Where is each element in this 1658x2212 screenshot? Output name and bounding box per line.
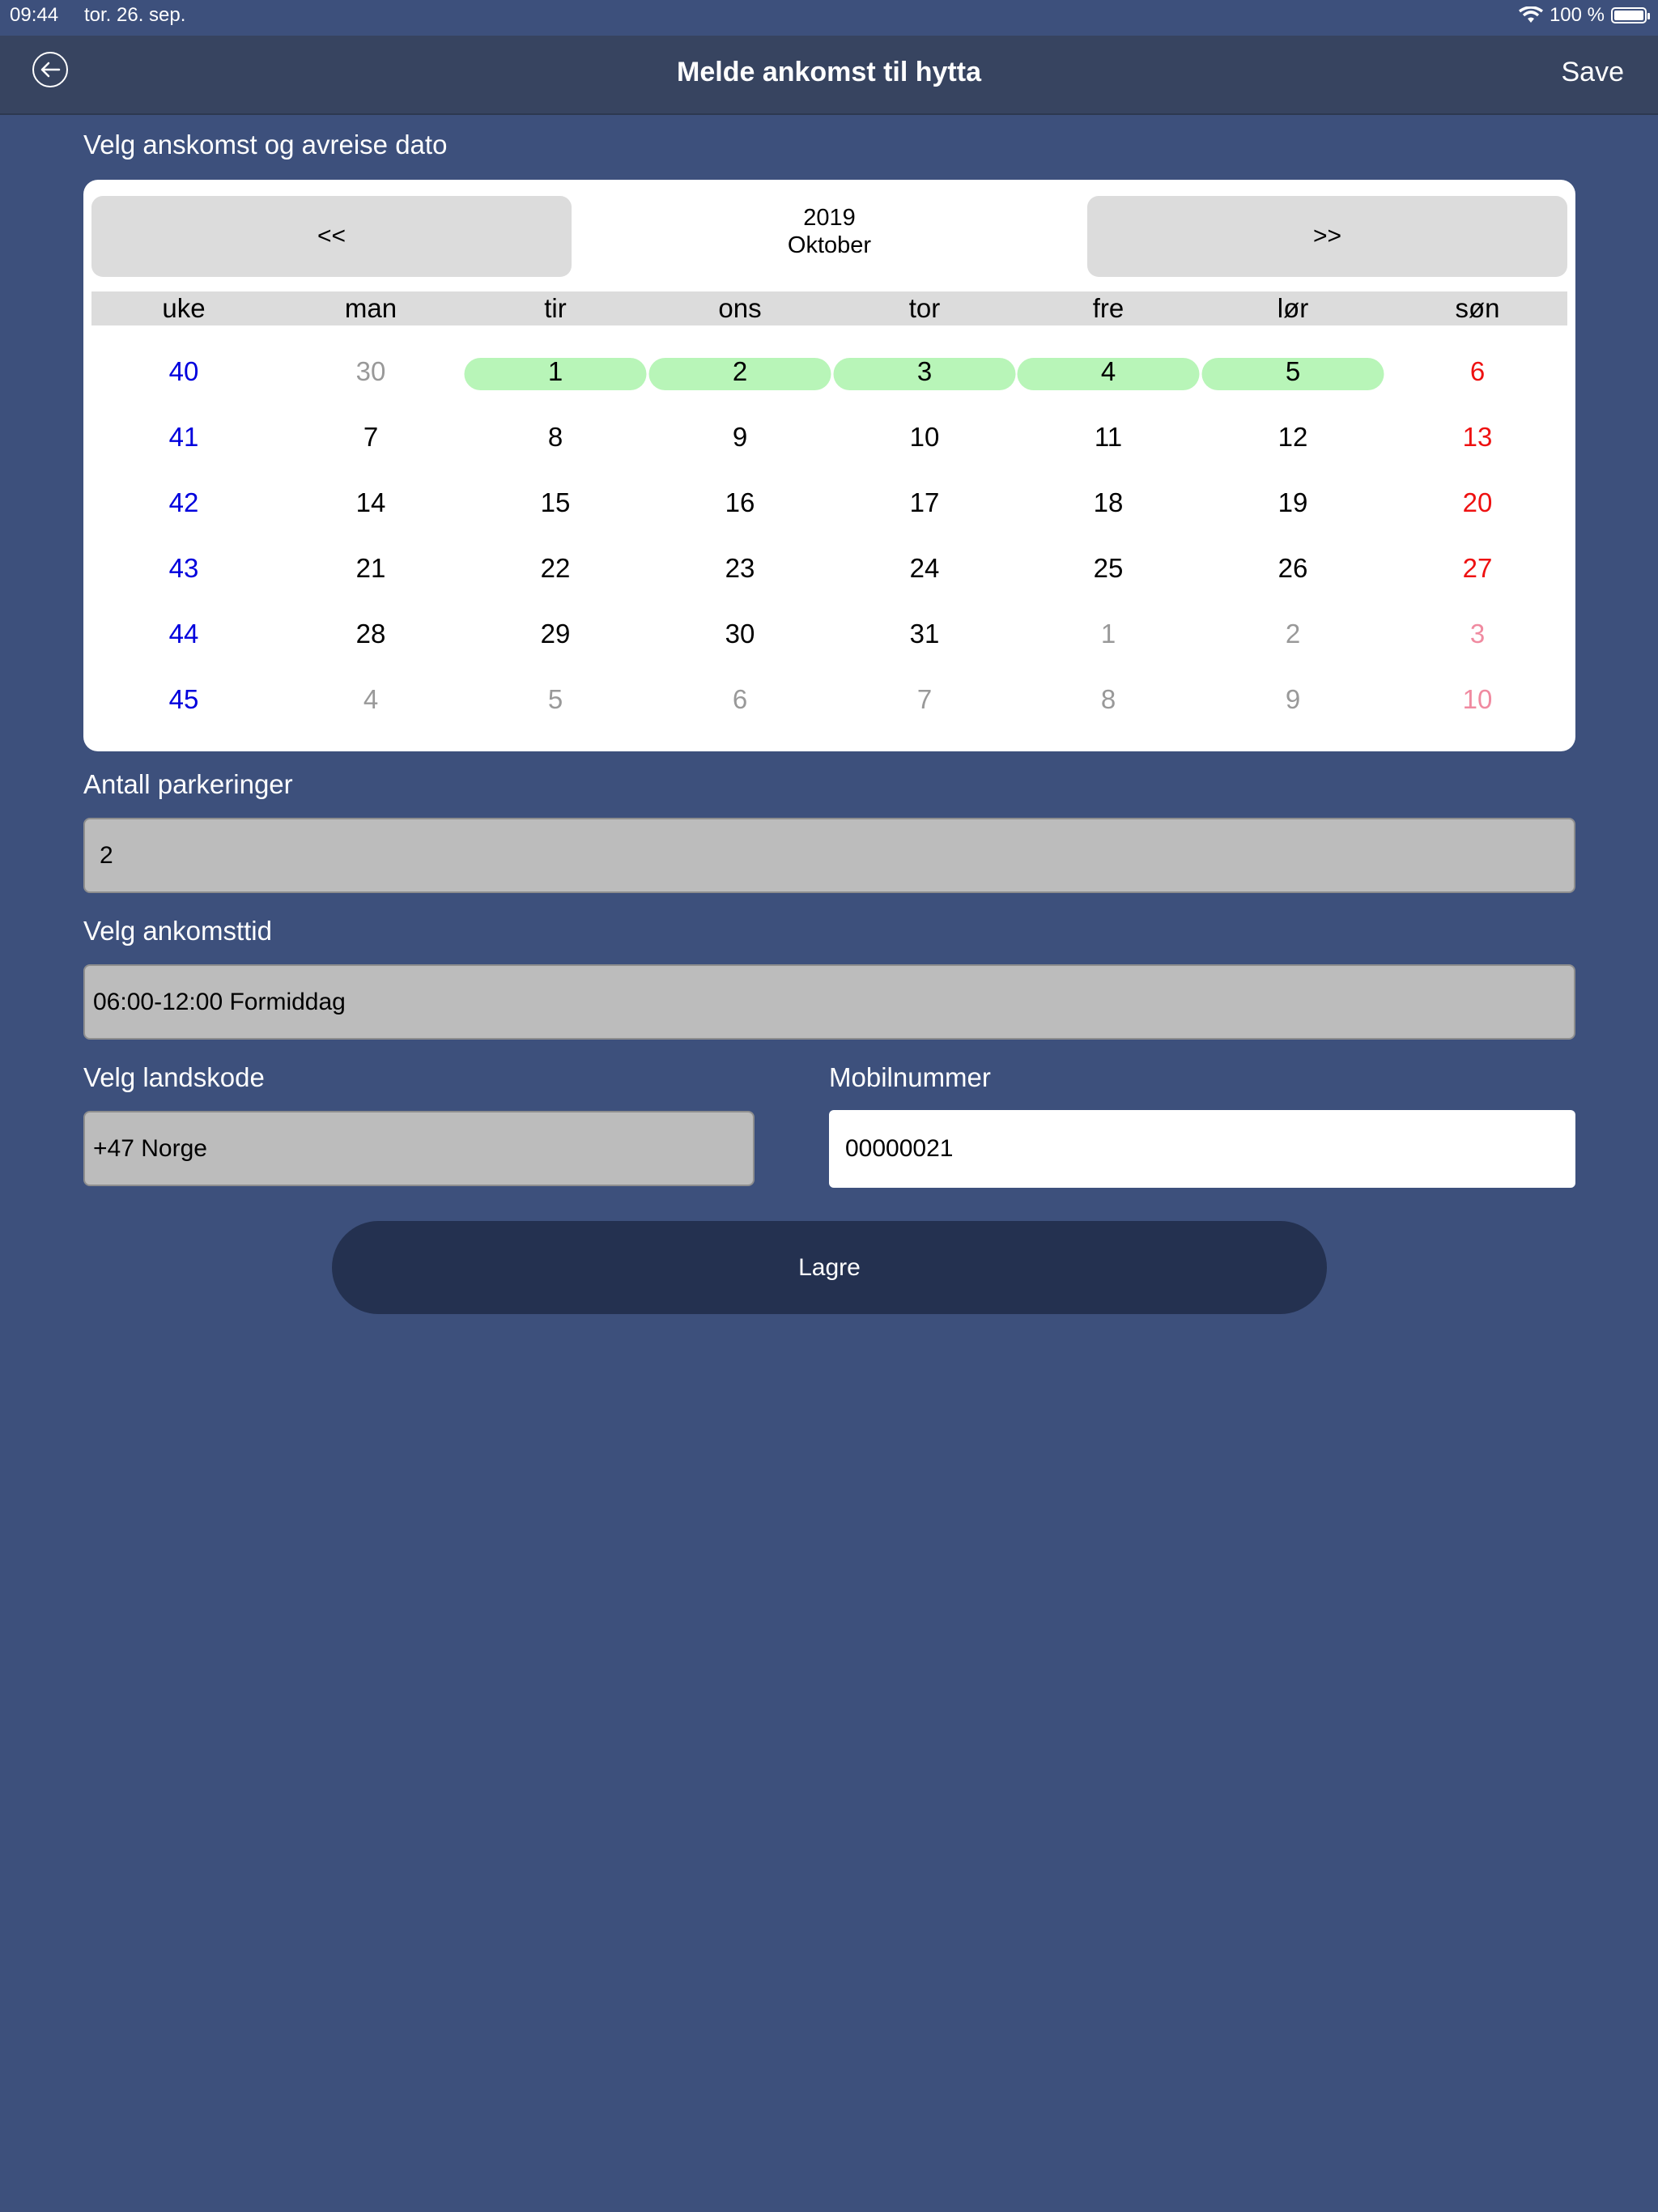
calendar-day[interactable]: 29 [464,619,648,649]
wifi-icon [1518,6,1543,23]
calendar-day[interactable]: 17 [833,487,1017,518]
calendar-day-selected[interactable]: 2 [648,356,832,387]
weekday-header-6: lør [1277,293,1309,323]
calendar-day-selected[interactable]: 1 [464,356,648,387]
calendar-week-row: 43 21 22 23 24 25 26 27 [83,545,1575,593]
weekday-header-0: uke [162,293,206,323]
calendar-day[interactable]: 13 [1386,422,1570,453]
week-number: 40 [168,356,199,386]
calendar-day[interactable]: 28 [279,619,463,649]
calendar-day[interactable]: 4 [279,684,463,715]
calendar-day[interactable]: 7 [833,684,1017,715]
calendar-day[interactable]: 10 [833,422,1017,453]
calendar-day[interactable]: 6 [648,684,832,715]
calendar-day[interactable]: 21 [279,553,463,584]
calendar-day[interactable]: 25 [1017,553,1201,584]
calendar-day[interactable]: 12 [1201,422,1385,453]
weekday-header-7: søn [1455,293,1500,323]
battery-icon [1611,7,1650,23]
calendar-day[interactable]: 24 [833,553,1017,584]
calendar-day[interactable]: 7 [279,422,463,453]
parking-value: 2 [100,841,113,869]
nav-bar: Melde ankomst til hytta Save [0,36,1658,115]
calendar-day[interactable]: 30 [279,356,463,387]
weekday-header-row: uke man tir ons tor fre lør søn [91,291,1567,325]
calendar-week-row: 41 7 8 9 10 11 12 13 [83,414,1575,462]
weekday-header-3: ons [718,293,762,323]
calendar-day[interactable]: 5 [464,684,648,715]
calendar-day[interactable]: 20 [1386,487,1570,518]
calendar-day[interactable]: 1 [1017,619,1201,649]
weekday-header-1: man [344,293,397,323]
next-month-button[interactable]: >> [1087,196,1567,277]
mobile-label: Mobilnummer [829,1062,991,1092]
calendar-day[interactable]: 9 [1201,684,1385,715]
calendar-day[interactable]: 23 [648,553,832,584]
calendar-day[interactable]: 9 [648,422,832,453]
date-section-label: Velg anskomst og avreise dato [83,130,448,160]
calendar-day-selected[interactable]: 4 [1017,356,1201,387]
calendar-day[interactable]: 19 [1201,487,1385,518]
arrival-time-select[interactable]: 06:00-12:00 Formiddag [83,964,1575,1040]
calendar-day-selected[interactable]: 5 [1201,356,1385,387]
battery-percent: 100 % [1549,4,1605,26]
status-time: 09:44 [10,4,59,26]
status-bar: 09:44 tor. 26. sep. 100 % [0,0,1658,36]
calendar-day[interactable]: 16 [648,487,832,518]
week-number: 43 [168,553,199,583]
parking-field[interactable]: 2 [83,818,1575,893]
calendar-day[interactable]: 30 [648,619,832,649]
calendar: 2019 Oktober << >> uke man tir ons tor fre lør… [83,180,1575,751]
calendar-day[interactable]: 26 [1201,553,1385,584]
calendar-day[interactable]: 27 [1386,553,1570,584]
calendar-week-row: 40 30 1 2 3 4 5 6 [83,348,1575,397]
arrival-time-value: 06:00-12:00 Formiddag [93,988,346,1015]
mobile-value: 00000021 [845,1135,954,1162]
calendar-day[interactable]: 2 [1201,619,1385,649]
calendar-day[interactable]: 14 [279,487,463,518]
calendar-day[interactable]: 11 [1017,422,1201,453]
calendar-day[interactable]: 3 [1386,619,1570,649]
week-number: 41 [168,422,199,452]
country-code-value: +47 Norge [93,1134,207,1162]
calendar-day[interactable]: 31 [833,619,1017,649]
calendar-week-row: 42 14 15 16 17 18 19 20 [83,479,1575,528]
calendar-day[interactable]: 22 [464,553,648,584]
week-number: 42 [168,487,199,517]
arrival-time-label: Velg ankomsttid [83,916,272,946]
week-number: 45 [168,684,199,714]
lagre-button[interactable]: Lagre [332,1221,1327,1314]
page-title: Melde ankomst til hytta [677,57,981,87]
calendar-day[interactable]: 6 [1386,356,1570,387]
weekday-header-2: tir [544,293,567,323]
save-nav-button[interactable]: Save [1562,57,1625,88]
country-code-select[interactable]: +47 Norge [83,1111,755,1186]
weekday-header-5: fre [1092,293,1124,323]
country-code-label: Velg landskode [83,1062,265,1092]
week-number: 44 [168,619,199,649]
calendar-week-row: 45 4 5 6 7 8 9 10 [83,676,1575,725]
mobile-input[interactable]: 00000021 [829,1110,1575,1188]
calendar-day[interactable]: 8 [464,422,648,453]
calendar-day[interactable]: 10 [1386,684,1570,715]
prev-month-button[interactable]: << [91,196,572,277]
parking-label: Antall parkeringer [83,769,293,799]
calendar-day[interactable]: 18 [1017,487,1201,518]
calendar-day-selected[interactable]: 3 [833,356,1017,387]
status-date: tor. 26. sep. [84,4,186,26]
status-right: 100 % [1518,4,1650,27]
calendar-day[interactable]: 8 [1017,684,1201,715]
calendar-day[interactable]: 15 [464,487,648,518]
weekday-header-4: tor [908,293,941,323]
calendar-week-row: 44 28 29 30 31 1 2 3 [83,610,1575,659]
